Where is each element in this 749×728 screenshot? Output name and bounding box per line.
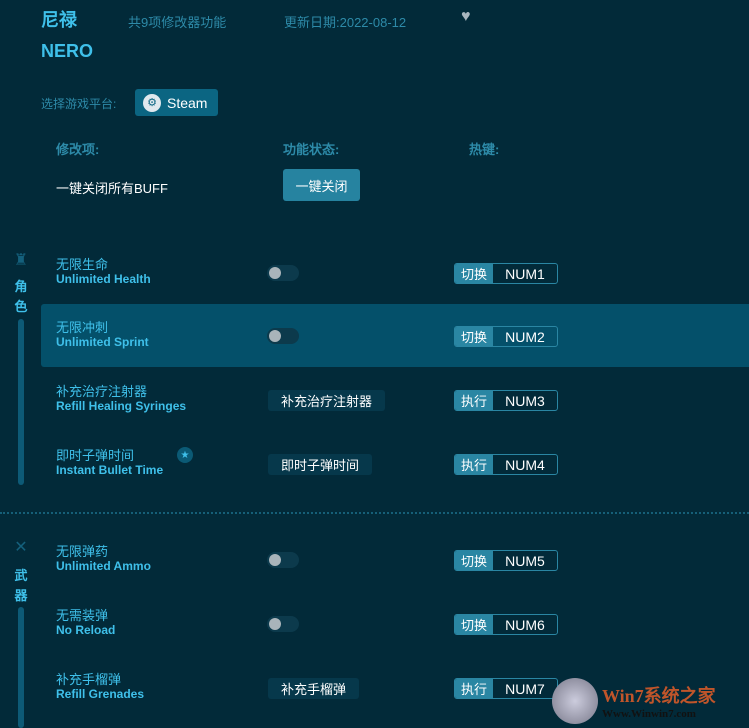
hotkey-type: 切换 bbox=[455, 615, 493, 634]
cheat-toggle[interactable] bbox=[267, 328, 299, 344]
cheat-row: 无限生命 Unlimited Health 切换 NUM1 bbox=[41, 241, 749, 304]
cheat-name-en: No Reload bbox=[56, 623, 116, 637]
cheat-action-button[interactable]: 补充治疗注射器 bbox=[268, 390, 386, 411]
hotkey-badge[interactable]: 切换 NUM6 bbox=[454, 614, 558, 635]
weapon-icon: ✕ bbox=[14, 539, 28, 556]
cheat-row: 补充治疗注射器 Refill Healing Syringes 补充治疗注射器 … bbox=[41, 368, 749, 431]
hotkey-badge[interactable]: 切换 NUM2 bbox=[454, 326, 558, 347]
section-divider bbox=[0, 512, 749, 514]
star-icon[interactable]: ★ bbox=[177, 447, 193, 463]
hotkey-key: NUM4 bbox=[505, 456, 545, 473]
watermark-brand: Win7系统之家 bbox=[602, 686, 716, 706]
cheat-toggle[interactable] bbox=[267, 552, 299, 568]
cheat-name-cn: 无需装弹 bbox=[56, 608, 109, 623]
steam-label: Steam bbox=[167, 94, 208, 111]
windows-logo-icon bbox=[552, 678, 598, 724]
hotkey-badge[interactable]: 执行 NUM7 bbox=[454, 678, 558, 699]
category-character[interactable]: 角色 bbox=[12, 277, 30, 317]
steam-platform-button[interactable]: ⚙ Steam bbox=[135, 89, 218, 116]
column-header-item: 修改项: bbox=[56, 142, 100, 157]
hotkey-type: 执行 bbox=[455, 391, 493, 410]
update-date: 更新日期:2022-08-12 bbox=[284, 15, 407, 30]
hotkey-badge[interactable]: 切换 NUM1 bbox=[454, 263, 558, 284]
cheat-row: 无需装弹 No Reload 切换 NUM6 bbox=[41, 592, 749, 655]
category-char: 器 bbox=[14, 588, 28, 603]
hotkey-type: 切换 bbox=[455, 327, 493, 346]
cheat-row: 无限弹药 Unlimited Ammo 切换 NUM5 bbox=[41, 528, 749, 591]
hotkey-badge[interactable]: 执行 NUM4 bbox=[454, 454, 558, 475]
category-weapon[interactable]: 武器 bbox=[12, 566, 30, 606]
game-title-en: NERO bbox=[41, 41, 94, 61]
hotkey-type: 执行 bbox=[455, 455, 493, 474]
cheat-action-button[interactable]: 补充手榴弹 bbox=[268, 678, 360, 699]
category-char: 武 bbox=[14, 568, 28, 583]
category-char: 色 bbox=[14, 299, 28, 314]
cheat-name-cn: 无限生命 bbox=[56, 257, 109, 272]
hotkey-key: NUM5 bbox=[505, 552, 545, 569]
character-icon: ♜ bbox=[13, 252, 29, 269]
cheat-name-cn: 无限冲刺 bbox=[56, 320, 109, 335]
hotkey-key: NUM6 bbox=[505, 616, 545, 633]
cheat-name-cn: 补充手榴弹 bbox=[56, 672, 122, 687]
hotkey-type: 切换 bbox=[455, 551, 493, 570]
cheat-name-en: Refill Healing Syringes bbox=[56, 399, 187, 413]
category-scrollbar[interactable] bbox=[18, 607, 24, 728]
close-all-button[interactable]: 一键关闭 bbox=[283, 169, 360, 201]
feature-count: 共9项修改器功能 bbox=[128, 15, 227, 30]
cheat-name-en: Unlimited Health bbox=[56, 272, 151, 286]
hotkey-key: NUM7 bbox=[505, 680, 545, 697]
hotkey-type: 执行 bbox=[455, 679, 493, 698]
cheat-row: 即时子弹时间 Instant Bullet Time ★ 即时子弹时间 执行 NU… bbox=[41, 432, 749, 495]
cheat-name-en: Refill Grenades bbox=[56, 687, 145, 701]
column-header-hotkey: 热键: bbox=[469, 142, 500, 157]
category-scrollbar[interactable] bbox=[18, 319, 24, 485]
platform-label: 选择游戏平台: bbox=[41, 97, 117, 111]
hotkey-badge[interactable]: 执行 NUM3 bbox=[454, 390, 558, 411]
close-all-buff-label: 一键关闭所有BUFF bbox=[56, 181, 168, 196]
category-char: 角 bbox=[14, 279, 28, 294]
cheat-name-cn: 补充治疗注射器 bbox=[56, 384, 148, 399]
cheat-action-button[interactable]: 即时子弹时间 bbox=[268, 454, 373, 475]
cheat-toggle[interactable] bbox=[267, 616, 299, 632]
hotkey-key: NUM1 bbox=[505, 265, 545, 282]
cheat-name-en: Unlimited Ammo bbox=[56, 559, 151, 573]
hotkey-badge[interactable]: 切换 NUM5 bbox=[454, 550, 558, 571]
game-title-cn: 尼禄 bbox=[41, 10, 77, 30]
watermark-url: Www.Winwin7.com bbox=[602, 708, 696, 720]
cheat-toggle[interactable] bbox=[267, 265, 299, 281]
cheat-name-cn: 无限弹药 bbox=[56, 544, 109, 559]
hotkey-key: NUM3 bbox=[505, 392, 545, 409]
cheat-name-en: Instant Bullet Time bbox=[56, 463, 164, 477]
steam-icon: ⚙ bbox=[143, 93, 161, 112]
hotkey-key: NUM2 bbox=[505, 328, 545, 345]
hotkey-type: 切换 bbox=[455, 264, 493, 283]
watermark: Win7系统之家 Www.Winwin7.com bbox=[552, 678, 716, 724]
heart-icon[interactable]: ♥ bbox=[461, 8, 471, 26]
cheat-row: 无限冲刺 Unlimited Sprint 切换 NUM2 bbox=[41, 304, 749, 367]
cheat-name-cn: 即时子弹时间 bbox=[56, 448, 135, 463]
column-header-status: 功能状态: bbox=[283, 142, 340, 157]
cheat-name-en: Unlimited Sprint bbox=[56, 335, 149, 349]
